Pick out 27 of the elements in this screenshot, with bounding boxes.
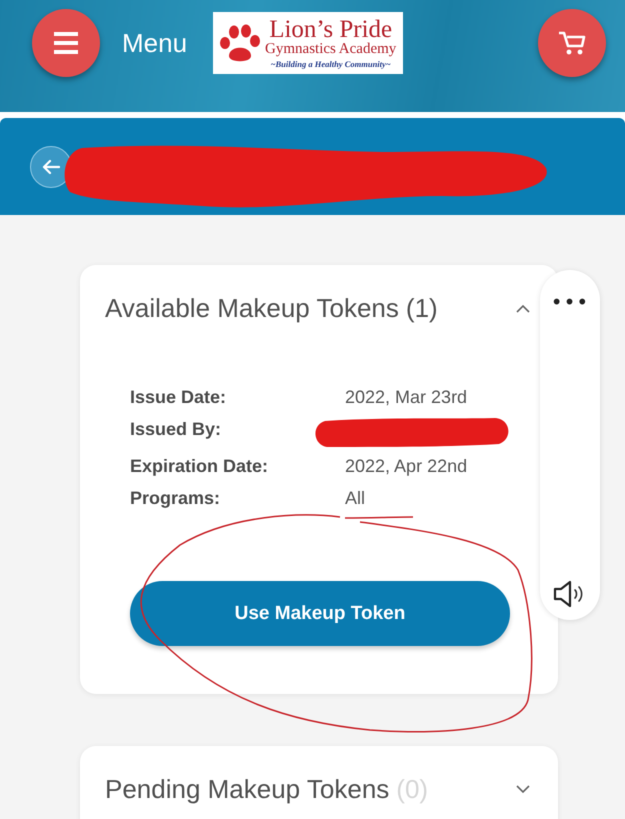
logo-title: Lion’s Pride — [269, 17, 392, 42]
section-title: Pending Makeup Tokens — [105, 774, 390, 804]
detail-label: Issued By: — [130, 419, 222, 441]
collapse-toggle[interactable] — [516, 784, 530, 794]
token-count: (1) — [406, 292, 438, 324]
back-arrow-icon — [42, 158, 60, 174]
detail-label: Programs: — [130, 488, 222, 509]
logo-tagline: ~Building a Healthy Community~ — [270, 60, 391, 69]
detail-value: 2022, Apr 22nd — [345, 456, 468, 477]
menu-label[interactable]: Menu — [122, 28, 188, 58]
cart-icon — [557, 29, 587, 57]
section-title: Available Makeup Tokens — [105, 292, 399, 324]
detail-value: All — [345, 488, 366, 509]
cart-button[interactable] — [538, 9, 606, 77]
chevron-icon — [516, 784, 530, 794]
menu-button[interactable] — [32, 9, 100, 77]
more-button[interactable]: ••• — [550, 290, 590, 314]
chevron-icon — [516, 304, 530, 312]
detail-value: 2022, Mar 23rd — [345, 387, 468, 408]
detail-label: Expiration Date: — [130, 456, 270, 477]
collapse-toggle[interactable] — [516, 304, 530, 312]
back-button[interactable] — [30, 146, 72, 188]
use-token-button[interactable]: Use Makeup Token — [130, 581, 510, 646]
menu-icon — [54, 32, 78, 54]
detail-label: Issue Date: — [130, 387, 228, 408]
paw-icon — [219, 23, 262, 63]
logo-subtitle: Gymnastics Academy — [265, 42, 396, 58]
